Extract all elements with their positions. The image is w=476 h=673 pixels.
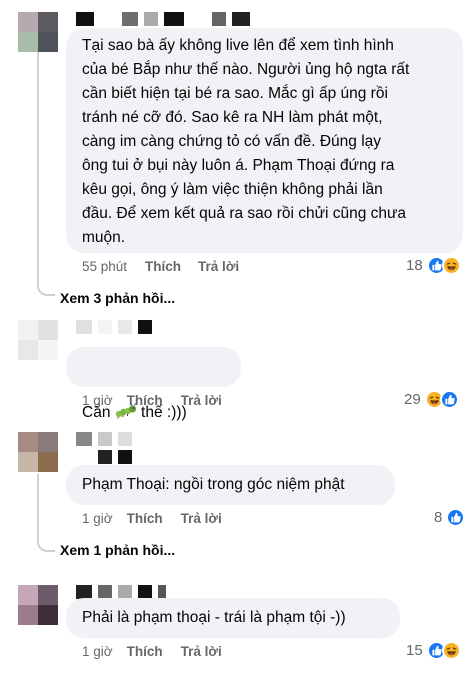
like-button[interactable]: Thích [127, 644, 163, 659]
commenter-name-redacted[interactable] [76, 320, 152, 344]
like-icon [446, 507, 466, 527]
comment-actions: 55 phút Thích Trả lời [82, 256, 239, 276]
comment-bubble: Cắn thế :))) [66, 347, 241, 421]
like-button[interactable]: Thích [127, 393, 163, 408]
thread-line-curve [37, 284, 55, 296]
comment-bubble: Phải là phạm thoại - trái là phạm tội -)… [66, 598, 400, 638]
comment-actions: 1 giờ Thích Trả lời [82, 508, 222, 528]
comment-time[interactable]: 55 phút [82, 259, 127, 274]
reply-button[interactable]: Trả lời [181, 644, 222, 659]
view-replies-link[interactable]: Xem 1 phản hồi... [60, 540, 175, 560]
comment-actions: 1 giờ Thích Trả lời [82, 641, 222, 661]
haha-icon [441, 640, 461, 660]
comment-time[interactable]: 1 giờ [82, 511, 113, 526]
like-button[interactable]: Thích [145, 259, 181, 274]
like-button[interactable]: Thích [127, 511, 163, 526]
reaction-summary[interactable]: 18 [406, 254, 461, 276]
commenter-name-redacted[interactable] [76, 432, 146, 464]
reaction-summary[interactable]: 29 [404, 388, 459, 410]
thread-line-curve [37, 540, 55, 552]
reaction-count: 15 [406, 641, 423, 659]
reaction-count: 18 [406, 256, 423, 274]
avatar[interactable] [18, 320, 58, 360]
reaction-count: 8 [434, 508, 443, 526]
comment-text: Phạm Thoại: ngồi trong góc niệm phật [82, 476, 345, 493]
comment-bubble: Tại sao bà ấy không live lên để xem tình… [66, 28, 463, 253]
view-replies-link[interactable]: Xem 3 phản hồi... [60, 288, 175, 308]
comment-text: Tại sao bà ấy không live lên để xem tình… [82, 37, 410, 246]
comment-actions: 1 giờ Thích Trả lời [82, 390, 222, 410]
comment-text: Phải là phạm thoại - trái là phạm tội -)… [82, 609, 346, 626]
reply-button[interactable]: Trả lời [198, 259, 239, 274]
reply-button[interactable]: Trả lời [181, 511, 222, 526]
comment-time[interactable]: 1 giờ [82, 644, 113, 659]
reply-button[interactable]: Trả lời [181, 393, 222, 408]
reaction-summary[interactable]: 8 [434, 506, 466, 528]
avatar[interactable] [18, 585, 58, 625]
thread-line [37, 50, 39, 284]
avatar[interactable] [18, 12, 58, 52]
comment-bubble: Phạm Thoại: ngồi trong góc niệm phật [66, 465, 395, 505]
like-icon [439, 389, 459, 409]
thread-line [37, 474, 39, 544]
reaction-summary[interactable]: 15 [406, 639, 461, 661]
comment-time[interactable]: 1 giờ [82, 393, 113, 408]
reaction-count: 29 [404, 390, 421, 408]
avatar[interactable] [18, 432, 58, 472]
haha-icon [441, 255, 461, 275]
